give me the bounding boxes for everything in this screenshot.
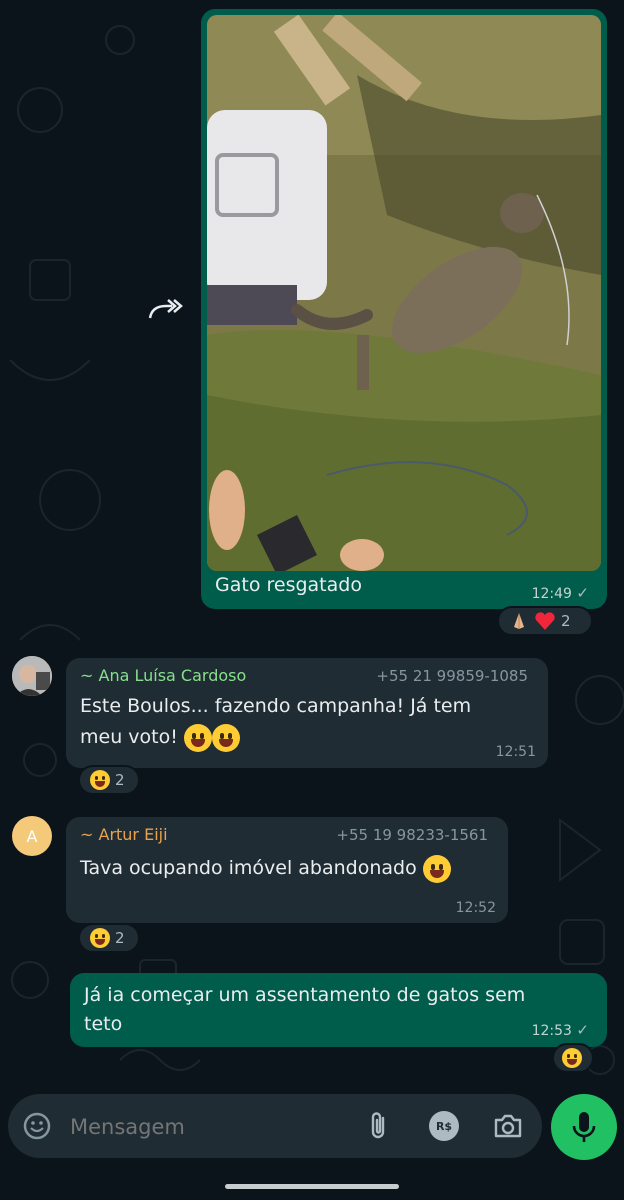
message-time: 12:51 — [495, 744, 536, 760]
sent-check-icon: ✓ — [576, 1021, 589, 1039]
reaction-badge[interactable]: 2 — [78, 765, 140, 795]
incoming-message[interactable]: ~ Ana Luísa Cardoso +55 21 99859-1085 Es… — [66, 658, 548, 768]
attach-icon — [371, 1112, 385, 1139]
camera-button[interactable] — [492, 1111, 524, 1141]
message-text-cont: teto — [84, 1013, 123, 1035]
home-indicator[interactable] — [225, 1184, 399, 1189]
forward-button[interactable] — [146, 294, 186, 324]
face-with-tears-of-joy-icon — [562, 1048, 582, 1068]
message-text: Este Boulos... fazendo campanha! Já tem — [80, 695, 472, 717]
sender-phone: +55 21 99859-1085 — [376, 667, 528, 685]
voice-record-button[interactable] — [551, 1094, 617, 1160]
sent-check-icon: ✓ — [576, 584, 589, 602]
message-text: Tava ocupando imóvel abandonado — [80, 857, 417, 879]
image-caption: Gato resgatado — [215, 574, 362, 596]
reaction-badge[interactable]: 2 — [78, 923, 140, 953]
sender-phone: +55 19 98233-1561 — [336, 826, 488, 844]
camera-icon — [494, 1114, 522, 1138]
message-time: 12:52 — [455, 900, 496, 916]
message-composer[interactable]: R$ — [8, 1094, 542, 1158]
reaction-count: 2 — [115, 771, 125, 789]
emoji-button[interactable] — [22, 1111, 52, 1141]
message-time: 12:49 — [531, 586, 572, 602]
squinting-face-with-tongue-icon — [422, 854, 451, 883]
sender-name[interactable]: ~ Ana Luísa Cardoso — [80, 666, 246, 685]
emoji-icon — [23, 1112, 51, 1140]
image-message[interactable]: Gato resgatado 12:49 ✓ — [201, 9, 607, 609]
sender-name[interactable]: ~ Artur Eiji — [80, 825, 168, 844]
payment-button[interactable]: R$ — [429, 1111, 459, 1141]
reaction-badge[interactable] — [552, 1043, 594, 1073]
avatar-letter: A — [26, 826, 38, 846]
zany-face-icon — [183, 723, 212, 752]
avatar-artur[interactable]: A — [12, 816, 52, 856]
grinning-sweat-face-icon — [211, 723, 240, 752]
outgoing-message[interactable]: Já ia começar um assentamento de gatos s… — [70, 973, 607, 1047]
reaction-badge[interactable]: 2 — [497, 606, 593, 636]
attach-button[interactable] — [366, 1110, 392, 1142]
folded-hands-icon — [514, 613, 524, 629]
incoming-message[interactable]: ~ Artur Eiji +55 19 98233-1561 Tava ocup… — [66, 817, 508, 923]
face-with-tears-of-joy-icon — [90, 928, 110, 948]
payment-icon: R$ — [435, 1119, 453, 1133]
message-text-cont: meu voto! — [80, 726, 178, 748]
reaction-count: 2 — [561, 612, 571, 630]
photo-cat-rescued[interactable] — [207, 15, 601, 571]
avatar-ana[interactable] — [12, 656, 52, 696]
message-time: 12:53 — [531, 1023, 572, 1039]
mic-icon — [572, 1112, 596, 1142]
face-with-tears-of-joy-icon — [90, 770, 110, 790]
reaction-count: 2 — [115, 929, 125, 947]
red-heart-icon — [535, 612, 555, 630]
message-input[interactable] — [68, 1106, 342, 1148]
forward-icon — [148, 299, 183, 319]
message-text: Já ia começar um assentamento de gatos s… — [84, 984, 526, 1006]
